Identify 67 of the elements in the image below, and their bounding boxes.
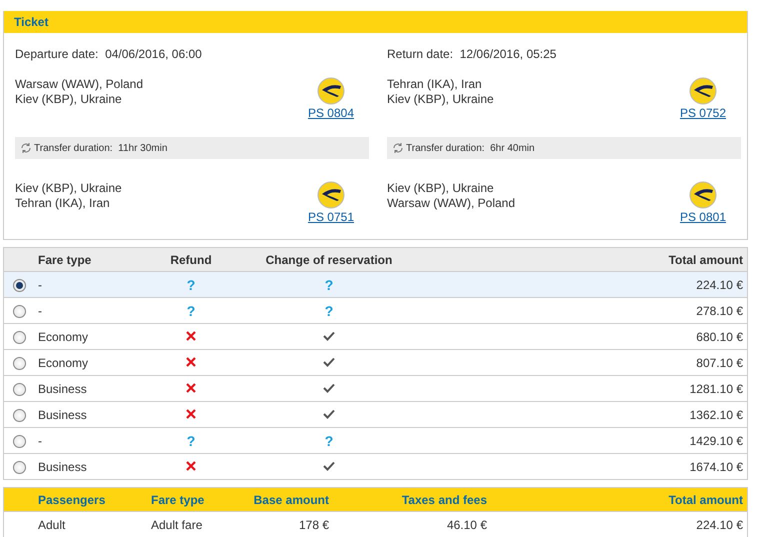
column-header: Change of reservation	[230, 248, 428, 272]
column-header: Total amount	[491, 488, 748, 512]
total-amount: 224.10 €	[696, 278, 743, 292]
flight-number-link[interactable]: PS 0804	[308, 106, 354, 120]
destination-city: Kiev (KBP), Ukraine	[387, 92, 494, 107]
destination-city: Warsaw (WAW), Poland	[387, 196, 516, 211]
column-header: Refund	[152, 248, 230, 272]
transfer-label: Transfer duration: 11hr 30min	[34, 142, 168, 154]
flight-number-link[interactable]: PS 0801	[680, 210, 726, 224]
column-header: Passengers	[34, 488, 147, 512]
total-amount: 807.10 €	[696, 356, 743, 370]
fare-type: Business	[38, 382, 87, 396]
transfer-icon	[20, 142, 32, 154]
total-amount: 224.10 €	[696, 518, 743, 532]
radio-button[interactable]	[12, 408, 26, 422]
fare-type: Adult fare	[151, 518, 202, 532]
radio-button[interactable]	[12, 356, 26, 370]
column-header: Fare type	[34, 248, 152, 272]
question-mark: ?	[186, 432, 196, 448]
question-mark: ?	[186, 276, 196, 292]
fare-type: Economy	[38, 356, 88, 370]
fare-type: Economy	[38, 330, 88, 344]
flight-number-link[interactable]: PS 0752	[680, 106, 726, 120]
column-header: Fare type	[147, 488, 235, 512]
radio-button[interactable]	[12, 330, 26, 344]
fare-type: Business	[38, 408, 87, 422]
column-header: Taxes and fees	[333, 488, 491, 512]
column-header: Base amount	[235, 488, 333, 512]
date-label: Departure date: 04/06/2016, 06:00	[15, 47, 203, 61]
total-amount: 1429.10 €	[690, 434, 743, 448]
fare-type: Business	[38, 460, 87, 474]
radio-button[interactable]	[12, 434, 26, 448]
column-header: Total amount	[428, 248, 748, 272]
origin-city: Kiev (KBP), Ukraine	[15, 181, 122, 196]
total-amount: 680.10 €	[696, 330, 743, 344]
total-amount: 1362.10 €	[690, 408, 743, 422]
origin-city: Warsaw (WAW), Poland	[15, 77, 144, 92]
fare-type: -	[38, 278, 42, 292]
ticket-title: Ticket	[4, 11, 747, 33]
origin-city: Kiev (KBP), Ukraine	[387, 181, 495, 196]
total-amount: 1281.10 €	[690, 382, 743, 396]
destination-city: Kiev (KBP), Ukraine	[15, 92, 123, 107]
fare-type: -	[38, 434, 42, 448]
transfer-label: Transfer duration: 6hr 40min	[406, 142, 535, 154]
transfer-icon	[392, 142, 404, 154]
question-mark: ?	[324, 302, 334, 318]
radio-button[interactable]	[12, 382, 26, 396]
total-amount: 278.10 €	[696, 304, 743, 318]
flight-number-link[interactable]: PS 0751	[308, 210, 354, 224]
destination-city: Tehran (IKA), Iran	[15, 196, 111, 211]
radio-button[interactable]	[12, 304, 26, 318]
radio-button[interactable]	[12, 460, 26, 474]
fare-type: -	[38, 304, 42, 318]
question-mark: ?	[324, 276, 334, 292]
passenger-type: Adult	[38, 518, 66, 532]
question-mark: ?	[186, 302, 196, 318]
airline-logo-icon	[688, 181, 717, 209]
total-amount: 1674.10 €	[690, 460, 743, 474]
question-mark: ?	[324, 432, 334, 448]
airline-logo-icon	[316, 77, 345, 105]
base-amount: 178 €	[298, 518, 329, 532]
taxes-amount: 46.10 €	[446, 518, 487, 532]
origin-city: Tehran (IKA), Iran	[387, 77, 483, 92]
radio-button[interactable]	[12, 278, 26, 292]
airline-logo-icon	[688, 77, 717, 105]
airline-logo-icon	[316, 181, 345, 209]
date-label: Return date: 12/06/2016, 05:25	[387, 47, 558, 61]
